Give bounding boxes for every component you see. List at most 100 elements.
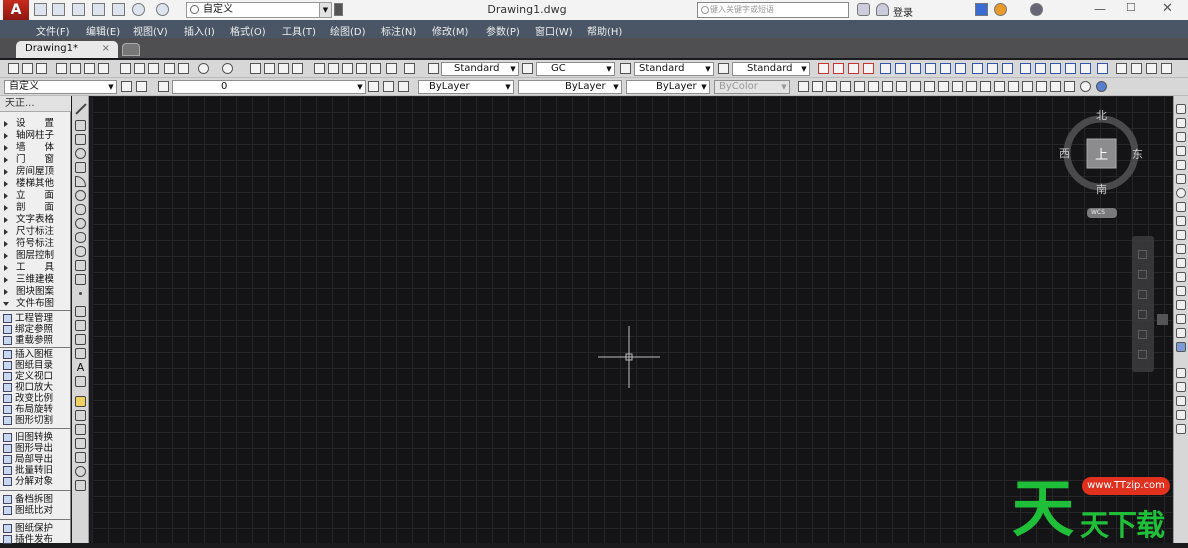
gradient-icon[interactable]: [75, 320, 86, 331]
menu-view[interactable]: 视图(V): [133, 23, 168, 38]
layer-state-icon[interactable]: [158, 81, 169, 92]
hatch-icon[interactable]: [75, 306, 86, 317]
osnap-icon[interactable]: [75, 396, 86, 407]
text-front-icon[interactable]: [1176, 424, 1186, 434]
offset-icon[interactable]: [1176, 146, 1186, 156]
extend-icon[interactable]: [1176, 244, 1186, 254]
dimension-space-icon[interactable]: [987, 63, 998, 74]
arc-icon[interactable]: [75, 176, 86, 187]
zoom-window-icon[interactable]: [278, 63, 289, 74]
dimension-edit-icon[interactable]: [1080, 63, 1091, 74]
orbit-icon[interactable]: [1138, 310, 1147, 319]
menu-help[interactable]: 帮助(H): [587, 23, 622, 38]
new-icon[interactable]: [34, 3, 47, 16]
color-select[interactable]: ByLayer ▼: [418, 80, 514, 94]
tz-category-file-layout[interactable]: 文件布图: [0, 298, 71, 310]
properties-icon[interactable]: [314, 63, 325, 74]
offset-icon[interactable]: [854, 81, 865, 92]
snap-endpoint-icon[interactable]: [75, 410, 86, 421]
dimension-aligned-icon[interactable]: [833, 63, 844, 74]
tz-action-plugin-publish[interactable]: 插件发布: [0, 534, 71, 545]
stretch-object-icon[interactable]: [924, 81, 935, 92]
tz-category-stairs-other[interactable]: 楼梯其他: [0, 178, 71, 190]
draworder-under-icon[interactable]: [1176, 410, 1186, 420]
copy-object-icon[interactable]: [826, 81, 837, 92]
open-icon[interactable]: [22, 63, 33, 74]
binoculars-icon[interactable]: [857, 3, 870, 16]
snap-midpoint-icon[interactable]: [75, 424, 86, 435]
help-icon[interactable]: [404, 63, 415, 74]
construction-line-icon[interactable]: [75, 120, 86, 131]
menu-tools[interactable]: 工具(T): [282, 23, 316, 38]
draworder-back-icon[interactable]: [1176, 382, 1186, 392]
tz-category-layer-control[interactable]: 图层控制: [0, 250, 71, 262]
viewcube-top-face[interactable]: 上: [1095, 144, 1108, 163]
redo-icon[interactable]: [222, 63, 233, 74]
tz-category-wall[interactable]: 墙 体: [0, 142, 71, 154]
make-current-layer-icon[interactable]: [368, 81, 379, 92]
copy-icon[interactable]: [1176, 118, 1186, 128]
tz-category-block-pattern[interactable]: 图块图案: [0, 286, 71, 298]
menu-modify[interactable]: 修改(M): [432, 23, 468, 38]
dimension-style-select[interactable]: GC ▼: [536, 62, 615, 76]
dimension-linear-icon[interactable]: [818, 63, 829, 74]
move-icon[interactable]: [1116, 63, 1127, 74]
layer-properties-icon[interactable]: [136, 81, 147, 92]
steering-wheel-icon[interactable]: [1138, 250, 1147, 259]
quickcalc-icon[interactable]: [386, 63, 397, 74]
tz-action-insert-frame[interactable]: 插入图框: [0, 349, 71, 360]
open-icon[interactable]: [52, 3, 65, 16]
tz-category-dimension[interactable]: 尺寸标注: [0, 226, 71, 238]
dimension-radius-icon[interactable]: [880, 63, 891, 74]
viewcube-south[interactable]: 南: [1096, 181, 1107, 197]
viewcube-west[interactable]: 西: [1059, 145, 1070, 161]
region-icon[interactable]: [1050, 81, 1061, 92]
design-center-icon[interactable]: [328, 63, 339, 74]
snap-tangent-icon[interactable]: [75, 480, 86, 491]
application-menu-button[interactable]: A: [3, 0, 29, 20]
circle-icon[interactable]: [75, 148, 86, 159]
tz-action-batch-convert[interactable]: 批量转旧: [0, 465, 71, 476]
viewcube-north[interactable]: 北: [1096, 107, 1107, 123]
revision-cloud-icon[interactable]: [75, 204, 86, 215]
zoom-previous-icon[interactable]: [292, 63, 303, 74]
undo-icon[interactable]: [198, 63, 209, 74]
maximize-button[interactable]: ☐: [1126, 1, 1136, 14]
tz-action-layout-rotate[interactable]: 布局旋转: [0, 404, 71, 415]
zoom-realtime-icon[interactable]: [264, 63, 275, 74]
block-editor-icon[interactable]: [178, 63, 189, 74]
navbar-settings-icon[interactable]: [1138, 350, 1147, 359]
workspace-settings-icon[interactable]: [121, 81, 132, 92]
erase-icon[interactable]: [812, 81, 823, 92]
explode-icon[interactable]: [1176, 342, 1186, 352]
join-icon[interactable]: [980, 81, 991, 92]
tz-category-symbol[interactable]: 符号标注: [0, 238, 71, 250]
mirror-icon[interactable]: [1176, 132, 1186, 142]
save-as-icon[interactable]: [92, 3, 105, 16]
dimension-ordinate-icon[interactable]: [863, 63, 874, 74]
tz-action-graphic-export[interactable]: 图形导出: [0, 443, 71, 454]
multiline-text-icon[interactable]: [75, 376, 86, 387]
insert-block-icon[interactable]: [75, 260, 86, 271]
snap-quadrant-icon[interactable]: [75, 466, 86, 477]
linetype-select[interactable]: ByLayer ▼: [518, 80, 622, 94]
user-icon[interactable]: [876, 3, 889, 16]
mirror-icon[interactable]: [840, 81, 851, 92]
tz-category-settings[interactable]: 设 置: [0, 118, 71, 130]
menu-edit[interactable]: 编辑(E): [86, 23, 120, 38]
tz-action-reload-reference[interactable]: 重载参照: [0, 335, 71, 346]
tz-action-partial-export[interactable]: 局部导出: [0, 454, 71, 465]
tz-action-explode-object[interactable]: 分解对象: [0, 476, 71, 487]
tz-action-viewport-zoom[interactable]: 视口放大: [0, 382, 71, 393]
break-icon[interactable]: [1176, 272, 1186, 282]
dimension-break-icon[interactable]: [1002, 63, 1013, 74]
table-icon[interactable]: [1064, 81, 1075, 92]
chamfer-icon[interactable]: [1176, 300, 1186, 310]
snap-intersection-icon[interactable]: [75, 438, 86, 449]
modify-icon[interactable]: [798, 81, 809, 92]
zoom-extents-icon[interactable]: [1138, 290, 1147, 299]
undo-icon[interactable]: [132, 3, 145, 16]
publish-3d-icon[interactable]: [98, 63, 109, 74]
sphere-icon[interactable]: [1096, 81, 1107, 92]
quick-access-dropdown[interactable]: [334, 3, 343, 16]
